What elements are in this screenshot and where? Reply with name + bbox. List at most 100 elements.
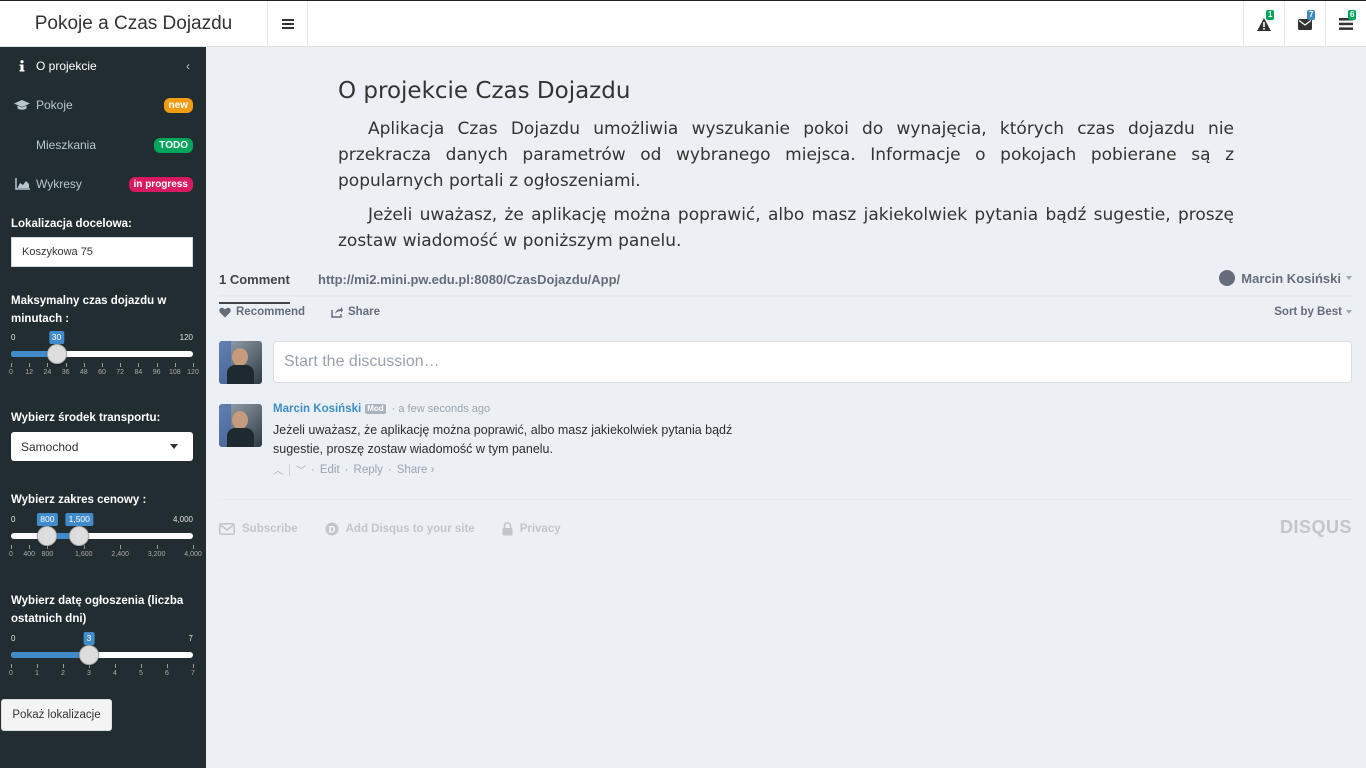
slider-tick [174, 363, 176, 367]
comment-author-avatar[interactable] [219, 404, 262, 447]
slider-ticks: 0 400 800 1,600 2,400 3,200 4,000 [9, 545, 202, 558]
transport-select-value: Samochod [21, 439, 79, 454]
slider-tick-label: 0 [9, 551, 13, 558]
disqus-actions: Recommend Share Sort by Best [219, 306, 1352, 324]
disqus-logo[interactable]: DISQUS [1280, 517, 1352, 538]
caret-down-icon [1346, 276, 1352, 280]
location-label: Lokalizacja docelowa: [11, 218, 132, 230]
comment-timestamp[interactable]: · a few seconds ago [392, 403, 490, 415]
upvote-icon[interactable]: ︿ [273, 462, 283, 477]
comment-body: Jeżeli uważasz, że aplikację można popra… [273, 423, 733, 456]
comment-input[interactable]: Start the discussion… [273, 341, 1352, 383]
sidebar-item-wykresy[interactable]: Wykresy in progress [0, 165, 206, 203]
badge-in-progress: in progress [128, 176, 193, 192]
sidebar-item-pokoje[interactable]: Pokoje new [0, 86, 206, 124]
time-slider[interactable]: 0 120 0 12 24 36 48 60 72 84 96 108 120 30 [9, 331, 199, 393]
slider-tick [120, 363, 122, 367]
app-title[interactable]: Pokoje a Czas Dojazdu [0, 1, 268, 47]
show-locations-button[interactable]: Pokaż lokalizacje [1, 699, 112, 731]
slider-tick-label: 7 [191, 670, 195, 677]
envelope-icon [219, 523, 235, 535]
transport-select[interactable]: Samochod [11, 432, 193, 461]
tasks-button[interactable]: 6 [1325, 1, 1366, 47]
recommend-button[interactable]: Recommend [219, 306, 305, 318]
slider-min-label: 0 [11, 333, 16, 342]
slider-handle[interactable] [79, 645, 99, 665]
share-label: Share [348, 306, 380, 318]
messages-button[interactable]: 7 [1284, 1, 1325, 47]
disqus-footer-links: Subscribe D Add Disqus to your site Priv… [219, 522, 588, 536]
sidebar-item-label: Pokoje [36, 98, 73, 112]
intro-paragraph: Aplikacja Czas Dojazdu umożliwia wyszuka… [338, 119, 1234, 191]
info-icon [14, 60, 30, 72]
moderator-badge: Mod [365, 404, 386, 414]
slider-tick [47, 363, 49, 367]
privacy-link[interactable]: Privacy [502, 522, 561, 536]
user-menu[interactable]: Marcin Kosiński [1219, 270, 1352, 286]
slider-tick [193, 664, 194, 668]
recommend-label: Recommend [236, 306, 306, 318]
page-title: O projekcie Czas Dojazdu [338, 78, 631, 104]
comment-footer: ︿ | ﹀ · Edit · Reply · Share › [273, 462, 435, 478]
slider-tick-label: 3 [87, 670, 91, 677]
slider-handle[interactable] [46, 344, 67, 364]
slider-tick [120, 545, 122, 549]
slider-tick-label: 1 [35, 670, 39, 677]
slider-tick [193, 545, 194, 549]
user-name: Marcin Kosiński [1241, 270, 1341, 286]
slider-tick-label: 2 [61, 670, 65, 677]
downvote-icon[interactable]: ﹀ [296, 462, 306, 477]
share-button[interactable]: Share [331, 306, 380, 318]
slider-tick-label: 96 [152, 369, 161, 376]
slider-tick-label: 400 [23, 551, 36, 558]
sort-dropdown[interactable]: Sort by Best [1274, 306, 1352, 318]
slider-handle[interactable] [37, 526, 58, 546]
slider-tick-label: 4,000 [184, 551, 202, 558]
slider-tick-label: 48 [79, 369, 88, 376]
slider-handle[interactable] [69, 526, 90, 546]
slider-tick-label: 72 [116, 369, 125, 376]
slider-tick [29, 363, 31, 367]
location-input[interactable]: Koszykowa 75 [11, 237, 193, 267]
slider-tick-label: 24 [43, 369, 52, 376]
comment-author-link[interactable]: Marcin Kosiński [273, 403, 361, 415]
slider-tick [141, 664, 142, 668]
reply-link[interactable]: Reply [354, 464, 383, 476]
heart-icon [219, 307, 231, 317]
price-range-slider[interactable]: 0 4,000 0 400 800 1,600 2,400 3,200 4,000 800 1,50… [9, 513, 202, 575]
slider-tick-label: 108 [168, 369, 181, 376]
divider [219, 499, 1352, 500]
slider-tick [83, 545, 85, 549]
chevron-down-icon [170, 444, 178, 449]
slider-tick-label: 36 [61, 369, 70, 376]
slider-ticks: 0 12 24 36 48 60 72 84 96 108 120 [9, 363, 199, 376]
sidebar-item-o-projekcie[interactable]: O projekcie ‹ [0, 47, 206, 85]
subscribe-link[interactable]: Subscribe [219, 523, 298, 535]
thread-url-link[interactable]: http://mi2.mini.pw.edu.pl:8080/CzasDojaz… [318, 272, 620, 287]
sidebar-item-mieszkania[interactable]: Mieszkania TODO [0, 126, 206, 164]
add-disqus-link[interactable]: D Add Disqus to your site [325, 522, 475, 536]
slider-tick-label: 60 [98, 369, 106, 376]
tab-comments-count[interactable]: 1 Comment [219, 272, 290, 304]
graduation-cap-icon [14, 99, 30, 111]
caret-down-icon [1346, 310, 1352, 314]
slider-tick-label: 3,200 [147, 551, 166, 558]
comment-share-link[interactable]: Share › [397, 464, 435, 476]
slider-tick [63, 664, 64, 668]
date-slider[interactable]: 0 7 0 1 2 3 4 5 6 7 3 [9, 632, 195, 694]
slider-tick-label: 2,400 [111, 551, 129, 558]
notifications-count: 1 [1266, 10, 1275, 20]
sidebar-toggle-button[interactable] [268, 1, 308, 47]
top-header: Pokoje a Czas Dojazdu 1 7 6 [0, 0, 1366, 47]
slider-value-bubble: 1,500 [65, 513, 93, 526]
contact-paragraph: Jeżeli uważasz, że aplikację można popra… [338, 205, 1234, 251]
share-icon [331, 306, 343, 318]
slider-tick-label: 6 [165, 670, 169, 677]
main-content: O projekcie Czas Dojazdu Aplikacja Czas … [206, 47, 1366, 768]
slider-tick [11, 363, 12, 367]
edit-link[interactable]: Edit [320, 464, 340, 476]
notifications-button[interactable]: 1 [1243, 1, 1284, 47]
sidebar-item-label: O projekcie [36, 59, 97, 73]
price-slider-label: Wybierz zakres cenowy : [11, 494, 147, 506]
slider-tick [11, 664, 12, 668]
